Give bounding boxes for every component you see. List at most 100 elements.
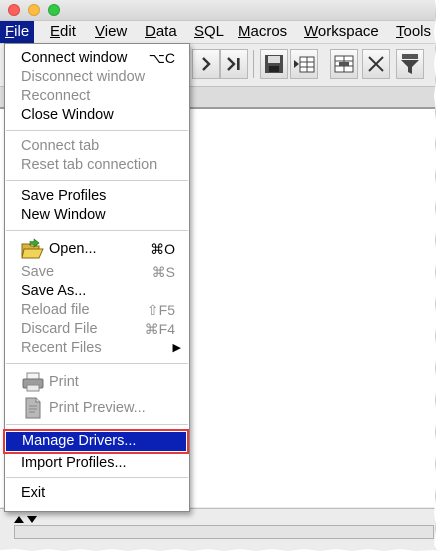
- menu-item-print: Print: [5, 372, 189, 392]
- menu-item-exit[interactable]: Exit: [5, 484, 189, 503]
- x-mark-icon: [368, 56, 384, 72]
- menu-macros[interactable]: Macros: [233, 21, 292, 43]
- menu-data-label: ata: [155, 23, 177, 40]
- menu-bar: File Edit View Data SQL Macros Workspace…: [0, 21, 435, 44]
- zoom-window-button[interactable]: [48, 4, 60, 16]
- menu-item-label: Print Preview...: [49, 400, 146, 416]
- table-insert-row-icon: [294, 56, 315, 73]
- menu-item-shortcut: ⇧F5: [146, 302, 175, 318]
- filter-funnel-icon: [401, 54, 419, 74]
- menu-item-label: Manage Drivers...: [22, 433, 137, 449]
- menu-view[interactable]: View: [90, 21, 132, 43]
- menu-macros-label: acros: [250, 23, 288, 40]
- menu-item-label: Save: [21, 264, 55, 280]
- menu-item-save-profiles[interactable]: Save Profiles: [5, 187, 189, 206]
- menu-workspace-label: orkspace: [317, 23, 379, 40]
- menu-workspace-mnemonic: W: [304, 23, 318, 40]
- insert-row-button[interactable]: [290, 49, 318, 79]
- menu-file[interactable]: File: [0, 21, 35, 43]
- menu-item-connect-tab: Connect tab: [5, 137, 189, 156]
- print-preview-icon: [25, 397, 41, 419]
- copy-row-button[interactable]: [330, 49, 358, 79]
- menu-item-import-profiles[interactable]: Import Profiles...: [5, 454, 189, 473]
- last-record-button[interactable]: [220, 49, 248, 79]
- menu-item-label: Reconnect: [21, 88, 91, 104]
- table-copy-row-icon: [334, 55, 354, 73]
- menu-item-connect-window[interactable]: Connect window ⌥C: [5, 49, 189, 68]
- menu-separator: [6, 180, 188, 181]
- menu-item-shortcut: ⌘S: [151, 264, 175, 280]
- menu-item-reconnect: Reconnect: [5, 87, 189, 106]
- menu-macros-mnemonic: M: [238, 23, 251, 40]
- arrow-up-icon[interactable]: [14, 515, 24, 523]
- floppy-disk-icon: [265, 55, 283, 73]
- menu-item-save-as[interactable]: Save As...: [5, 282, 189, 301]
- filter-button[interactable]: [396, 49, 424, 79]
- delete-row-button[interactable]: [362, 49, 390, 79]
- menu-separator: [6, 424, 188, 425]
- chevron-right-icon: [202, 57, 211, 71]
- menu-item-print-preview: Print Preview...: [5, 397, 189, 419]
- menu-sql-mnemonic: S: [194, 23, 205, 40]
- menu-file-mnemonic: F: [5, 23, 15, 40]
- menu-file-label: ile: [14, 23, 30, 40]
- menu-item-label: Exit: [21, 485, 46, 501]
- open-folder-icon: [21, 238, 44, 259]
- menu-item-label: Disconnect window: [21, 69, 146, 85]
- next-record-button[interactable]: [192, 49, 220, 79]
- menu-sql-label: QL: [204, 23, 225, 40]
- menu-item-open[interactable]: Open... ⌘O: [5, 238, 189, 259]
- menu-tools[interactable]: Tools: [391, 21, 436, 43]
- menu-item-label: Connect window: [21, 50, 128, 66]
- menu-item-label: Import Profiles...: [21, 455, 127, 471]
- menu-item-reset-tab-connection: Reset tab connection: [5, 156, 189, 175]
- menu-item-close-window[interactable]: Close Window: [5, 106, 189, 125]
- menu-item-label: Close Window: [21, 107, 114, 123]
- menu-item-label: Reload file: [21, 302, 90, 318]
- menu-item-label: Discard File: [21, 321, 98, 337]
- menu-item-manage-drivers[interactable]: Manage Drivers...: [3, 429, 189, 454]
- menu-edit[interactable]: Edit: [45, 21, 81, 43]
- menu-item-label: Recent Files: [21, 340, 102, 356]
- menu-item-shortcut: ⌥C: [148, 50, 175, 66]
- menu-data[interactable]: Data: [140, 21, 182, 43]
- menu-item-label: Save As...: [21, 283, 87, 299]
- menu-view-mnemonic: V: [95, 23, 105, 40]
- menu-item-label: Reset tab connection: [21, 157, 158, 173]
- menu-separator: [6, 130, 188, 131]
- menu-item-label: Print: [49, 374, 79, 390]
- title-bar[interactable]: [0, 0, 435, 21]
- menu-item-save: Save ⌘S: [5, 263, 189, 282]
- arrow-down-icon[interactable]: [27, 515, 37, 523]
- menu-item-label: New Window: [21, 207, 106, 223]
- menu-item-label: Save Profiles: [21, 188, 107, 204]
- minimize-window-button[interactable]: [28, 4, 40, 16]
- printer-icon: [22, 372, 44, 392]
- menu-item-new-window[interactable]: New Window: [5, 206, 189, 225]
- menu-tools-mnemonic: T: [396, 23, 404, 40]
- submenu-arrow-icon: ▶: [172, 342, 181, 354]
- menu-workspace[interactable]: Workspace: [299, 21, 384, 43]
- menu-view-label: iew: [104, 23, 128, 40]
- file-menu-dropdown: Connect window ⌥C Disconnect window Reco…: [3, 43, 190, 512]
- menu-tools-label: ools: [403, 23, 432, 40]
- menu-item-reload-file: Reload file ⇧F5: [5, 301, 189, 320]
- menu-edit-mnemonic: E: [50, 23, 61, 40]
- splitter-arrows[interactable]: [14, 515, 40, 523]
- menu-separator: [6, 363, 188, 364]
- save-changes-button[interactable]: [260, 49, 288, 79]
- status-bar: [14, 525, 434, 539]
- menu-item-shortcut: ⌘F4: [144, 321, 175, 337]
- menu-separator: [6, 230, 188, 231]
- menu-item-recent-files[interactable]: Recent Files ▶: [5, 339, 189, 358]
- menu-sql[interactable]: SQL: [189, 21, 229, 43]
- menu-data-mnemonic: D: [145, 23, 156, 40]
- close-window-button[interactable]: [8, 4, 20, 16]
- menu-separator: [6, 477, 188, 478]
- skip-to-end-icon: [227, 57, 240, 71]
- menu-edit-label: dit: [60, 23, 76, 40]
- menu-item-label: Connect tab: [21, 138, 100, 154]
- menu-item-disconnect-window: Disconnect window: [5, 68, 189, 87]
- menu-item-shortcut: ⌘O: [150, 241, 175, 257]
- menu-item-label: Open...: [49, 241, 97, 257]
